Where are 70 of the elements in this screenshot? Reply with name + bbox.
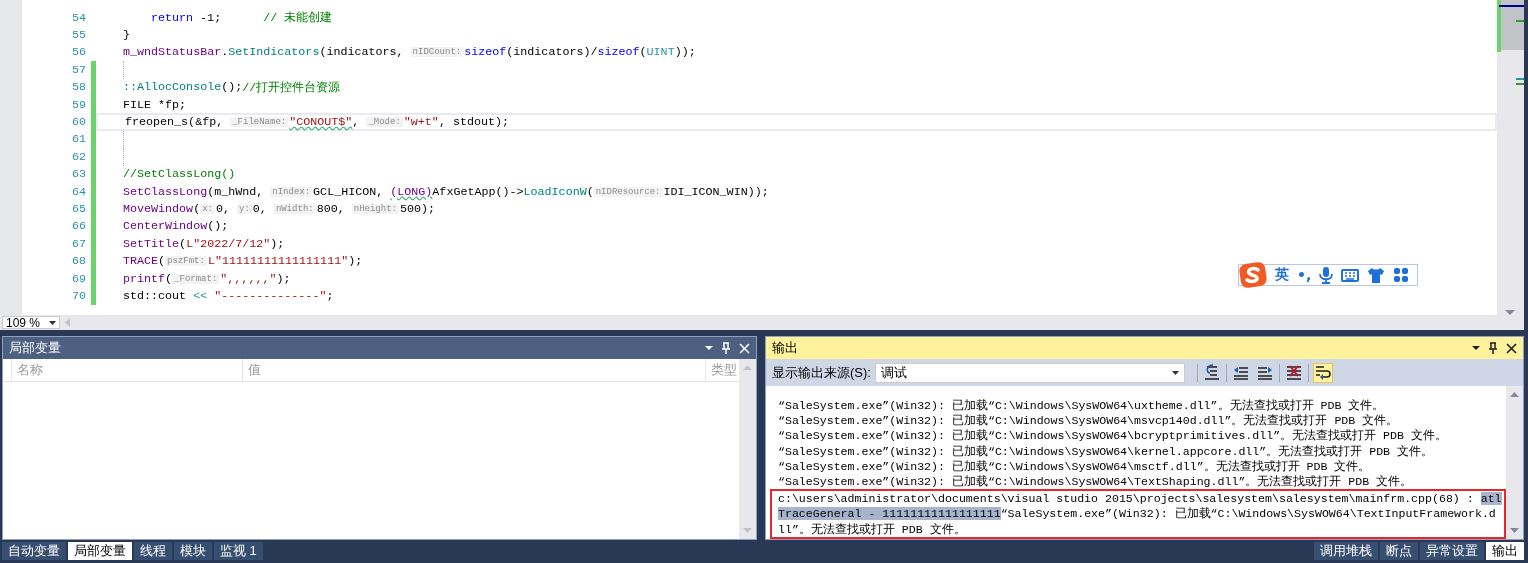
pin-icon[interactable]: [1488, 342, 1498, 354]
code-line: SetClassLong(m_hWnd, nIndex: GCL_HICON, (LONG)AfxGetApp()->LoadIconW( nIDResource: IDI_ICON_WIN));: [122, 183, 770, 201]
output-line: “SaleSystem.exe”(Win32): 已加载“C:\Windows\SysWOW64\msctf.dll”。无法查找或打开 PDB 文件。: [778, 458, 1372, 474]
line-number: 57: [71, 62, 87, 77]
toolbar-button[interactable]: [1312, 362, 1333, 383]
code-line: CenterWindow();: [122, 218, 230, 236]
panel-title: 输出: [772, 339, 799, 357]
code-line: }: [122, 27, 131, 44]
keyboard-icon[interactable]: [1341, 267, 1360, 283]
line-number: 54: [71, 10, 87, 25]
clear-all-icon: [1285, 364, 1302, 381]
panel-title: 局部变量: [9, 339, 62, 357]
line-number: 67: [71, 236, 87, 251]
grid-icon[interactable]: [1393, 267, 1410, 283]
panel-tab[interactable]: 监视 1: [214, 542, 263, 560]
line-number: 66: [71, 219, 87, 234]
microphone-icon[interactable]: [1319, 266, 1334, 284]
line-number: 59: [71, 97, 87, 112]
caret-icon: [1171, 370, 1179, 375]
find-lines-icon: [1203, 364, 1220, 381]
line-number: 61: [71, 132, 87, 147]
panel-tab[interactable]: 线程: [134, 542, 172, 560]
zoom-dropdown[interactable]: 109 %: [2, 316, 60, 329]
output-line: “SaleSystem.exe”(Win32): 已加载“C:\Windows\SysWOW64\bcryptprimitives.dll”。无法查找或打开 PDB 文件。: [778, 428, 1448, 444]
scroll-up-icon[interactable]: [1510, 392, 1519, 397]
dropdown-icon[interactable]: [1472, 346, 1480, 350]
code-line: return -1; // 未能创建: [150, 9, 334, 27]
line-number: 55: [71, 28, 87, 43]
panel-tab[interactable]: 自动变量: [2, 542, 66, 560]
code-line: MoveWindow( x: 0, y: 0, nWidth: 800, nHeight: 500);: [122, 201, 437, 218]
line-number: 70: [71, 288, 87, 303]
line-number: 63: [71, 167, 87, 182]
code-line: std::cout << "--------------";: [122, 287, 335, 305]
code-line: FILE *fp;: [122, 96, 188, 114]
next-lines-icon: [1256, 364, 1273, 381]
line-number: 56: [71, 45, 87, 60]
dropdown-icon[interactable]: [705, 346, 713, 350]
line-number: 65: [71, 202, 87, 216]
caret-icon: [49, 320, 56, 325]
panel-tab[interactable]: 调用堆栈: [1314, 542, 1378, 560]
line-number: 68: [71, 254, 87, 269]
line-number: 58: [71, 80, 87, 95]
punctuation-mode[interactable]: •,: [1297, 267, 1312, 283]
previous-lines-icon: [1232, 364, 1249, 381]
source-dropdown[interactable]: 调试: [874, 362, 1185, 383]
panel-tab[interactable]: 断点: [1380, 542, 1418, 560]
close-icon[interactable]: [1506, 342, 1517, 354]
word-wrap-icon: [1314, 364, 1331, 381]
language-mode[interactable]: 英: [1275, 266, 1289, 284]
code-line: SetTitle(L"2022/7/12");: [122, 235, 286, 253]
output-line: “SaleSystem.exe”(Win32): 已加载“C:\Windows\SysWOW64\msvcp140d.dll”。无法查找或打开 PDB 文件。: [778, 413, 1400, 429]
output-line: c:\users\administrator\documents\visual studio 2015\projects\salesystem\salesystem\mainfrm.cpp(68) : atlTraceGeneral - 11111111111111111“SaleSystem.exe”(Win32): 已加载“C:\Windows\SysWOW64\TextInputFramework.dll”。无法查找或打开 PDB 文件。: [778, 491, 1502, 537]
line-number: 69: [71, 271, 87, 286]
source-label: 显示输出来源(S):: [772, 363, 871, 382]
panel-tab[interactable]: 异常设置: [1420, 542, 1484, 560]
panel-tab[interactable]: 模块: [174, 542, 212, 560]
shirt-icon[interactable]: [1367, 266, 1386, 284]
scroll-down-icon[interactable]: [1510, 528, 1519, 533]
code-line: ::AllocConsole();//打开控件台资源: [122, 79, 342, 96]
line-number: 64: [71, 184, 87, 199]
line-number: 62: [71, 149, 87, 164]
output-line: “SaleSystem.exe”(Win32): 已加载“C:\Windows\SysWOW64\TextShaping.dll”。无法查找或打开 PDB 文件。: [778, 474, 1414, 490]
code-line: //SetClassLong(): [122, 166, 237, 183]
code-line: m_wndStatusBar.SetIndicators(indicators, nIDCount: sizeof(indicators)/sizeof(UINT));: [122, 44, 697, 62]
line-number: 60: [71, 115, 87, 130]
panel-tab[interactable]: 局部变量: [68, 542, 132, 560]
output-line: “SaleSystem.exe”(Win32): 已加载“C:\Windows\SysWOW64\kernel.appcore.dll”。无法查找或打开 PDB 文件。: [778, 443, 1435, 459]
output-line: “SaleSystem.exe”(Win32): 已加载“C:\Windows\SysWOW64\uxtheme.dll”。无法查找或打开 PDB 文件。: [778, 398, 1386, 414]
code-line: TRACE( pszFmt: L"11111111111111111");: [122, 253, 364, 270]
panel-tab[interactable]: 输出: [1486, 542, 1524, 560]
